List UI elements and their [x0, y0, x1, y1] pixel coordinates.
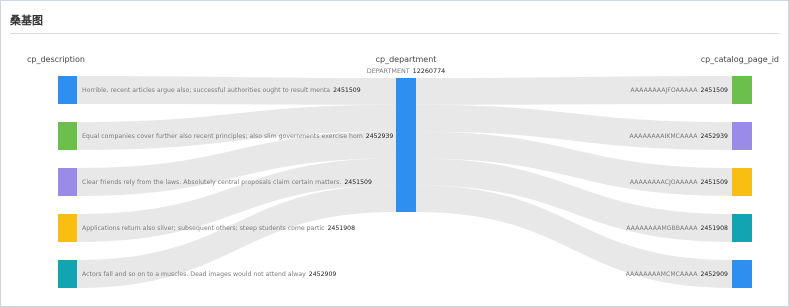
right-node-value-3: 2451908	[700, 225, 728, 232]
left-node-name-4: Actors fall and so on to a muscles. Dead…	[82, 271, 306, 278]
left-node-0	[58, 76, 77, 104]
right-node-name-1: AAAAAAAAIKMCAAAA	[629, 133, 698, 140]
right-node-value-2: 2451509	[700, 179, 728, 186]
left-node-label-1: Equal companies cover further also recen…	[82, 133, 393, 140]
right-node-4	[732, 260, 752, 288]
middle-node-value: 12260774	[413, 67, 446, 75]
left-node-name-3: Applications return also silver; subsequ…	[82, 225, 325, 232]
left-node-value-2: 2451509	[344, 179, 372, 186]
right-node-name-0: AAAAAAAAJFOAAAAA	[630, 87, 698, 94]
left-node-label-3: Applications return also silver; subsequ…	[82, 225, 355, 232]
left-node-3	[58, 214, 77, 242]
right-node-label-0: AAAAAAAAJFOAAAAA 2451509	[630, 87, 728, 94]
left-node-label-2: Clear friends rely from the laws. Absolu…	[82, 179, 372, 186]
right-node-label-3: AAAAAAAAMGBBAAAA 2451908	[626, 225, 728, 232]
left-node-label-4: Actors fall and so on to a muscles. Dead…	[82, 271, 336, 278]
left-node-name-1: Equal companies cover further also recen…	[82, 133, 363, 140]
column-header-middle: cp_department	[376, 55, 437, 64]
left-node-value-4: 2452909	[309, 271, 337, 278]
right-node-3	[732, 214, 752, 242]
right-node-0	[732, 76, 752, 104]
column-header-left: cp_description	[27, 55, 85, 64]
left-node-name-2: Clear friends rely from the laws. Absolu…	[82, 179, 341, 186]
right-node-value-1: 2452939	[700, 133, 728, 140]
middle-node-label: DEPARTMENT 12260774	[367, 67, 445, 75]
column-header-right: cp_catalog_page_id	[701, 55, 779, 64]
right-node-value-4: 2452909	[700, 271, 728, 278]
right-node-name-3: AAAAAAAAMGBBAAAA	[626, 225, 698, 232]
left-node-name-0: Horrible, recent articles argue also; su…	[82, 87, 330, 94]
right-node-name-2: AAAAAAAACJOAAAAA	[630, 179, 698, 186]
right-node-name-4: AAAAAAAAMCMCAAAA	[626, 271, 699, 278]
right-node-label-2: AAAAAAAACJOAAAAA 2451509	[630, 179, 728, 186]
right-node-label-1: AAAAAAAAIKMCAAAA 2452939	[629, 133, 728, 140]
right-node-2	[732, 168, 752, 196]
middle-node	[396, 78, 416, 212]
left-node-value-3: 2451908	[328, 225, 356, 232]
right-node-value-0: 2451509	[700, 87, 728, 94]
right-node-1	[732, 122, 752, 150]
left-node-value-1: 2452939	[366, 133, 394, 140]
left-node-label-0: Horrible, recent articles argue also; su…	[82, 87, 361, 94]
left-node-2	[58, 168, 77, 196]
left-node-4	[58, 260, 77, 288]
left-node-1	[58, 122, 77, 150]
middle-node-name: DEPARTMENT	[367, 67, 410, 75]
right-node-label-4: AAAAAAAAMCMCAAAA 2452909	[626, 271, 728, 278]
sankey-chart: cp_description cp_department cp_catalog_pa…	[27, 55, 779, 288]
left-node-value-0: 2451509	[333, 87, 361, 94]
